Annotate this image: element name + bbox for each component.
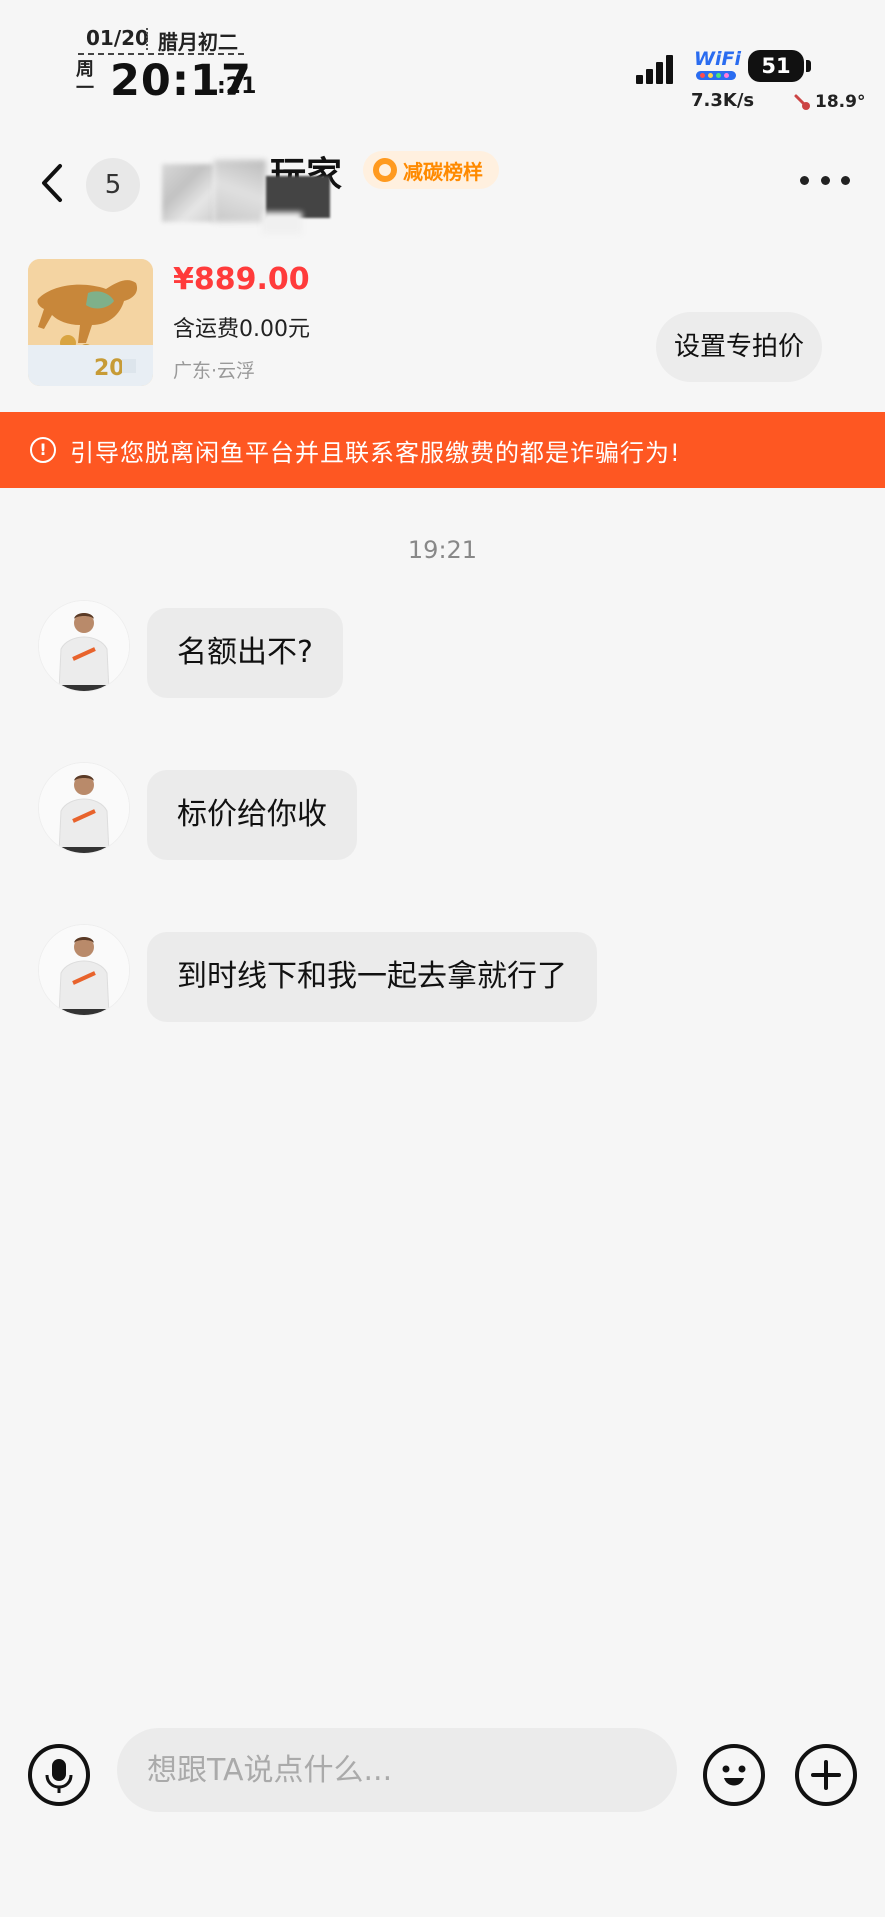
avatar-image	[39, 763, 129, 853]
plus-icon	[811, 1760, 841, 1790]
message-input[interactable]	[117, 1728, 677, 1812]
leaf-badge-icon	[373, 158, 397, 182]
emoji-button[interactable]	[703, 1744, 765, 1806]
status-lunar-date: 腊月初二	[158, 30, 238, 54]
status-divider	[78, 53, 244, 55]
product-price: ¥889.00	[173, 262, 310, 297]
carbon-badge-label: 减碳榜样	[403, 159, 483, 184]
mic-icon	[45, 1759, 73, 1793]
fraud-warning-banner: ! 引导您脱离闲鱼平台并且联系客服缴费的都是诈骗行为!	[0, 412, 885, 488]
signal-icon	[636, 54, 676, 84]
warning-icon: !	[30, 437, 56, 463]
back-arrow-icon[interactable]	[32, 158, 72, 208]
message-bubble[interactable]: 名额出不?	[147, 608, 343, 698]
more-actions-button[interactable]	[795, 1744, 857, 1806]
warning-text: 引导您脱离闲鱼平台并且联系客服缴费的都是诈骗行为!	[70, 438, 681, 467]
message-bubble[interactable]: 标价给你收	[147, 770, 357, 860]
avatar-image	[39, 925, 129, 1015]
shipping-fee: 含运费0.00元	[173, 317, 310, 342]
wifi-icon: WiFi	[694, 48, 741, 70]
avatar-image	[39, 601, 129, 691]
message-bubble[interactable]: 到时线下和我一起去拿就行了	[147, 932, 597, 1022]
status-weekday: 周一	[76, 59, 94, 99]
wifi-activity-dots	[696, 71, 736, 80]
avatar[interactable]	[38, 762, 130, 854]
redacted-username	[162, 160, 338, 234]
battery-icon: 51	[748, 50, 804, 82]
temperature: 18.9°	[815, 92, 866, 112]
chat-timestamp: 19:21	[407, 536, 478, 564]
set-special-price-button[interactable]: 设置专拍价	[656, 312, 822, 382]
avatar[interactable]	[38, 600, 130, 692]
coin-number: 20	[94, 356, 125, 381]
status-date-separator	[146, 28, 150, 50]
message-input-container[interactable]	[117, 1728, 677, 1812]
unread-count-badge[interactable]: 5	[86, 158, 140, 212]
voice-input-button[interactable]	[28, 1744, 90, 1806]
battery-tip	[806, 60, 811, 72]
network-speed: 7.3K/s	[691, 90, 755, 111]
emoji-icon	[722, 1765, 746, 1786]
product-thumbnail[interactable]: 20	[28, 259, 153, 386]
status-seconds: :21	[217, 74, 257, 99]
thermometer-icon	[794, 94, 810, 110]
horse-coin-image: 20	[28, 259, 153, 386]
avatar[interactable]	[38, 924, 130, 1016]
status-date: 01/20	[86, 26, 149, 50]
more-icon[interactable]	[800, 170, 850, 190]
product-location: 广东·云浮	[173, 360, 256, 382]
carbon-badge[interactable]: 减碳榜样	[363, 151, 499, 189]
